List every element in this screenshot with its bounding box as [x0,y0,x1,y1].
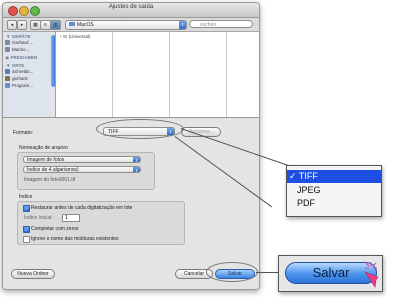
sidebar-item-home[interactable]: gerhard [3,75,55,82]
save-highlight-ring [206,262,258,282]
menu-item-jpeg[interactable]: JPEG [287,184,381,197]
sidebar-item-device-2[interactable]: Macbo... [3,46,55,53]
ignore-names-label: Ignore o nome das molduras existentes [31,236,119,242]
popup-arrows-icon: ⇕ [133,157,140,163]
menu-item-tiff[interactable]: ✓ TIFF [287,170,381,183]
columns-icon: ▥ [53,22,58,28]
sidebar-item-applications[interactable]: Program... [3,82,55,89]
save-button-callout: Salvar [278,255,383,292]
browser-column-3 [170,32,227,117]
start-index-label: Índice inicial: [24,215,53,221]
prefix-popup[interactable]: Imagem de fotos ⇕ [23,156,141,163]
browser-column-2 [113,32,170,117]
scrollbar-thumb[interactable] [51,35,55,87]
ignore-names-checkbox[interactable] [23,236,30,243]
sidebar-scrollbar[interactable] [51,32,55,117]
column-view-button[interactable]: ▥ [50,20,61,30]
checkmark-icon: ✓ [289,171,297,181]
search-input[interactable]: suchen [189,20,253,28]
sidebar-item-device-1[interactable]: Gerhard ... [3,39,55,46]
popup-arrows-icon: ⇕ [179,21,186,29]
save-dialog-window: Ajustes de saída ◂ ▸ ▦ ≡ ▥ MacOS ⇕ suche… [2,2,260,290]
callout-line [256,272,278,273]
title-bar: Ajustes de saída [3,3,259,18]
sidebar: ▼ GERÄTE Gerhard ... Macbo... ▶ FREIGABE… [3,32,56,117]
index-format-popup[interactable]: Índice de 4 algarismos) ⇕ [23,166,141,173]
back-button[interactable]: ◂ [7,20,17,30]
format-menu-callout: ✓ TIFF JPEG PDF [286,165,382,217]
forward-button[interactable]: ▸ [17,20,27,30]
laptop-icon [5,47,10,52]
naming-section-label: Nomeação de arquivo [19,145,68,151]
new-folder-button[interactable]: Nueva Ordner [11,269,55,279]
sidebar-item-desktop[interactable]: Schreibti... [3,68,55,75]
location-value: MacOS [77,22,94,28]
applications-icon [5,83,10,88]
home-icon [5,76,10,81]
list-icon: ≡ [44,22,47,28]
format-highlight-ring [96,119,184,139]
desktop-icon [5,69,10,74]
grid-icon: ▦ [33,22,38,28]
browser-column-1: ◔ Sr (Universal) [56,32,113,117]
window-title: Ajustes de saída [108,4,154,10]
index-group: ✓ Restaurar antes de cada digitalização … [17,201,185,245]
folder-icon [69,22,75,26]
popup-arrows-icon: ⇕ [133,167,140,173]
sidebar-section-shared[interactable]: ▶ FREIGABEN [3,55,55,61]
fill-zeros-label: Completar com zeros [31,226,79,232]
naming-group: Imagem de fotos ⇕ Índice de 4 algarismos)… [17,152,155,190]
disk-icon: ◔ [59,34,62,39]
filename-example: Imagem do foto0001.tif [24,177,76,183]
location-popup[interactable]: MacOS ⇕ [65,20,187,30]
list-item[interactable]: ◔ Sr (Universal) [56,32,112,39]
index-section-label: Índice [19,194,33,200]
reset-label: Restaurar antes de cada digitalização em… [31,205,133,211]
reset-checkbox[interactable]: ✓ [23,205,30,212]
menu-item-pdf[interactable]: PDF [287,197,381,210]
click-cursor-icon [364,262,379,288]
browser-column-4 [227,32,259,117]
format-label: Formato: [13,130,34,136]
toolbar: ◂ ▸ ▦ ≡ ▥ MacOS ⇕ suchen [3,18,259,32]
hard-drive-icon [5,40,10,45]
fill-zeros-checkbox[interactable]: ✓ [23,226,30,233]
start-index-field[interactable]: 1 [62,214,80,222]
